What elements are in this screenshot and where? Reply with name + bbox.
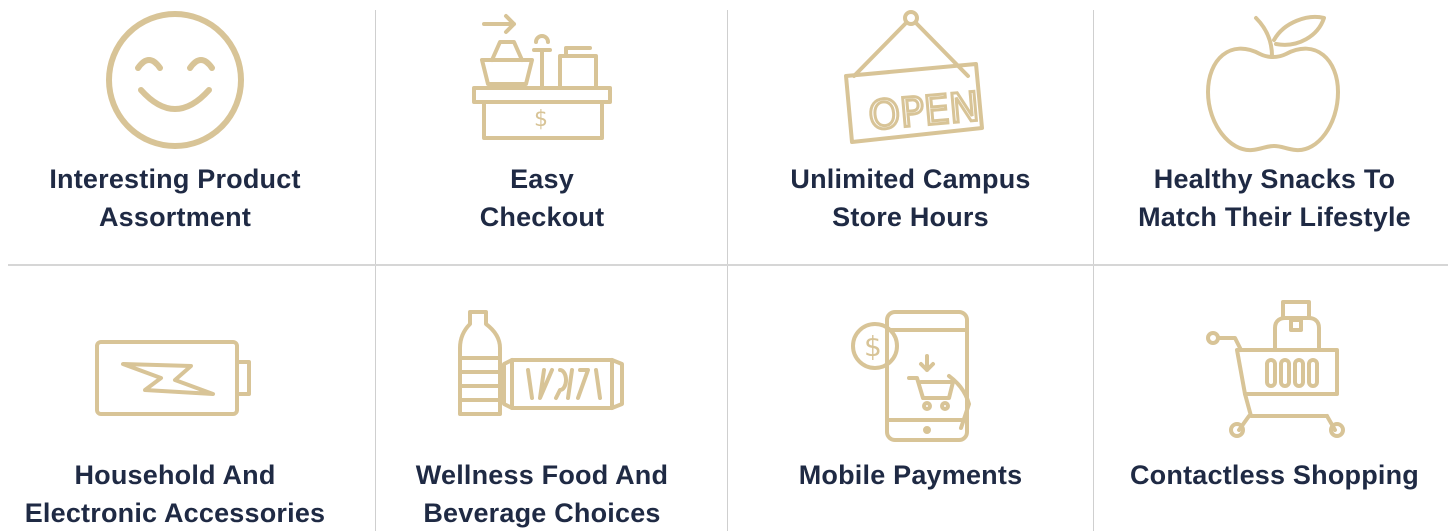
feature-item: Wellness Food And Beverage Choices <box>376 266 708 531</box>
checkout-counter-icon: $ <box>470 12 614 142</box>
shopping-cart-icon <box>1197 298 1353 442</box>
feature-item: Contactless Shopping <box>1094 266 1455 531</box>
open-sign-icon: OPEN <box>836 6 986 148</box>
feature-label: Contactless Shopping <box>1129 460 1420 490</box>
feature-label: Easy Checkout <box>479 164 605 232</box>
feature-item: $ Easy Checkout <box>376 0 708 264</box>
feature-item: Household And Electronic Accessories <box>0 266 350 531</box>
feature-label: Interesting Product Assortment <box>49 164 301 232</box>
open-sign-text: OPEN <box>866 84 980 139</box>
mobile-payment-icon: $ <box>849 308 973 444</box>
battery-icon <box>93 338 257 418</box>
feature-label: Mobile Payments <box>798 460 1023 490</box>
bottle-and-bar-icon <box>456 308 628 420</box>
feature-label: Healthy Snacks To Match Their Lifestyle <box>1138 164 1411 232</box>
smiley-icon <box>103 8 247 152</box>
svg-text:$: $ <box>864 330 882 363</box>
feature-item: Interesting Product Assortment <box>0 0 350 264</box>
features-grid: Interesting Product Assortment $ Easy Ch… <box>0 0 1455 531</box>
feature-item: OPEN Unlimited Campus Store Hours <box>728 0 1093 264</box>
feature-label: Wellness Food And Beverage Choices <box>415 460 669 528</box>
apple-icon <box>1200 10 1350 154</box>
feature-label: Household And Electronic Accessories <box>24 460 326 528</box>
feature-item: Healthy Snacks To Match Their Lifestyle <box>1094 0 1455 264</box>
feature-label: Unlimited Campus Store Hours <box>790 164 1031 232</box>
feature-item: $ Mobile Payments <box>728 266 1093 531</box>
svg-text:$: $ <box>534 107 548 132</box>
